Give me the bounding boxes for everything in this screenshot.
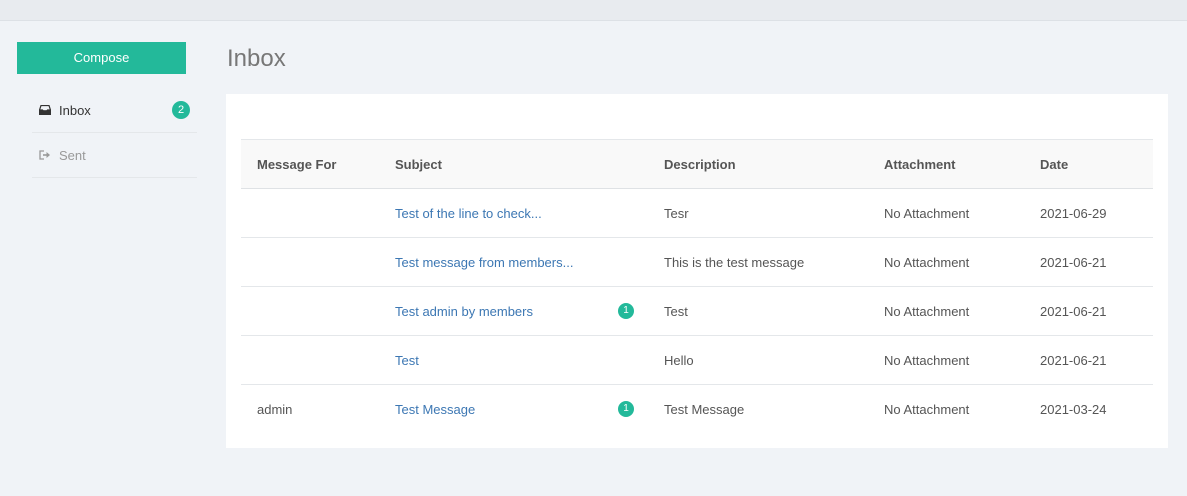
subject-link[interactable]: Test [395,353,419,368]
attachment-cell: No Attachment [884,401,970,417]
column-header-date: Date [1040,156,1069,172]
top-bar [0,0,1187,21]
table-row: admin Test Message 1 Test Message No Att… [241,385,1153,434]
date-cell: 2021-06-29 [1024,188,1153,238]
description-cell: Tesr [648,188,868,238]
subject-link[interactable]: Test of the line to check... [395,206,542,221]
message-for-cell [241,237,379,287]
column-header-subject: Subject [395,156,442,172]
inbox-icon [39,104,51,116]
date-cell: 2021-06-21 [1024,237,1153,287]
table-row: Test message from members... This is the… [241,237,1153,287]
sidebar: Compose Inbox 2 Sent [17,42,197,178]
date-cell: 2021-03-24 [1040,401,1107,417]
attachment-cell: No Attachment [868,286,1024,336]
page-title: Inbox [227,45,286,72]
table-row: Test of the line to check... Tesr No Att… [241,188,1153,238]
unread-badge: 1 [618,303,634,319]
attachment-cell: No Attachment [868,237,1024,287]
unread-badge: 1 [618,401,634,418]
date-cell: 2021-06-21 [1024,286,1153,336]
description-cell: Test [648,286,868,336]
attachment-cell: No Attachment [868,335,1024,385]
unread-count-badge: 2 [172,101,190,119]
column-header-message-for: Message For [257,156,337,172]
subject-link[interactable]: Test Message [395,402,475,417]
table-row: Test admin by members 1 Test No Attachme… [241,286,1153,336]
messages-panel: Message For Subject Description Attachme… [226,94,1168,448]
mailbox-nav: Inbox 2 Sent [32,88,197,178]
description-cell: This is the test message [648,237,868,287]
table-row: Test Hello No Attachment 2021-06-21 [241,335,1153,385]
messages-table: Message For Subject Description Attachme… [241,139,1153,434]
sidebar-item-sent[interactable]: Sent [32,133,197,178]
subject-link[interactable]: Test admin by members [395,304,533,319]
subject-cell: Test admin by members 1 [379,286,648,336]
sidebar-item-label: Sent [59,147,86,163]
sign-out-icon [39,149,51,161]
sidebar-item-label: Inbox [59,102,91,118]
attachment-cell: No Attachment [868,188,1024,238]
table-header-row: Message For Subject Description Attachme… [241,139,1153,189]
subject-cell: Test [379,335,648,385]
date-cell: 2021-06-21 [1024,335,1153,385]
message-for-cell [241,286,379,336]
message-for-cell: admin [257,401,293,417]
compose-button[interactable]: Compose [17,42,186,74]
message-for-cell [241,188,379,238]
subject-cell: Test Message 1 [379,385,648,434]
subject-cell: Test of the line to check... [379,188,648,238]
subject-link[interactable]: Test message from members... [395,255,573,270]
sidebar-item-inbox[interactable]: Inbox 2 [32,88,197,133]
message-for-cell [241,335,379,385]
column-header-description: Description [664,156,736,172]
description-cell: Hello [648,335,868,385]
column-header-attachment: Attachment [884,156,956,172]
description-cell: Test Message [664,401,745,417]
subject-cell: Test message from members... [379,237,648,287]
